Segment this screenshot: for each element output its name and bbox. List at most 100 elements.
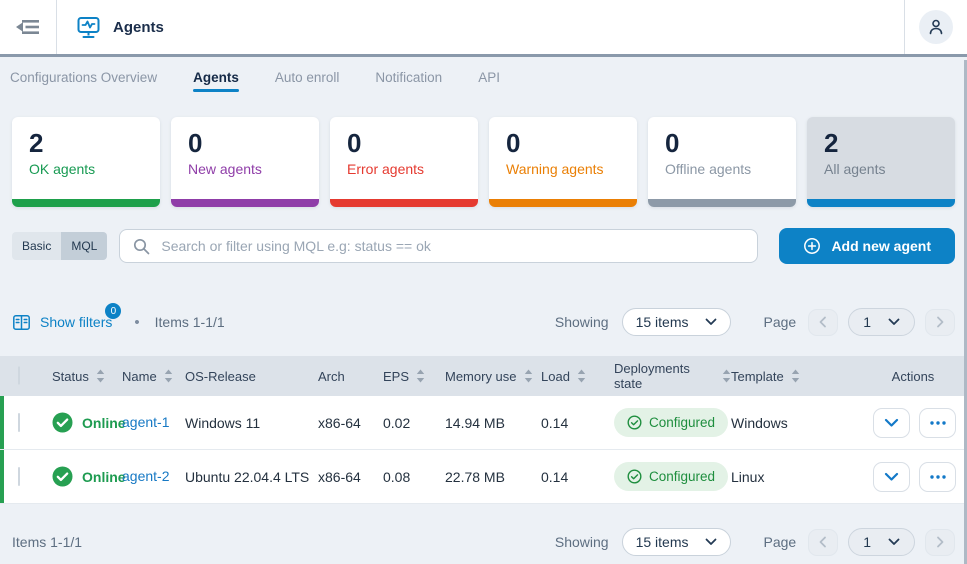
next-page-button[interactable] [925,309,955,336]
card-all-agents[interactable]: 2 All agents [807,117,955,207]
arch-cell: x86-64 [318,415,383,431]
tab-bar: Configurations Overview Agents Auto enro… [0,57,967,97]
deployment-state-badge: Configured [614,408,728,437]
arch-cell: x86-64 [318,469,383,485]
search-box [119,229,758,263]
stat-cards: 2 OK agents 0 New agents 0 Error agents … [12,117,955,207]
column-header-arch[interactable]: Arch [318,369,383,384]
expand-row-button[interactable] [873,408,910,438]
table-row: Online agent-1 Windows 11 x86-64 0.02 14… [0,396,967,450]
card-error-agents[interactable]: 0 Error agents [330,117,478,207]
configured-check-icon [627,415,642,430]
table-footer: Items 1-1/1 Showing 15 items Page 1 [12,528,955,556]
topbar-right [904,0,967,54]
page-size-select[interactable]: 15 items [622,528,731,556]
card-new-agents[interactable]: 0 New agents [171,117,319,207]
next-page-button[interactable] [925,529,955,556]
status-online-icon [52,466,73,487]
page-number-value: 1 [863,534,871,550]
items-count-label: Items 1-1/1 [155,314,225,330]
search-input[interactable] [159,237,744,255]
os-release-cell: Windows 11 [185,415,318,431]
filter-count-badge: 0 [105,303,121,319]
agents-table: Status Name OS-Release Arch EPS Memory u… [0,356,967,504]
sort-icon [577,369,586,383]
page-size-value: 15 items [636,314,689,330]
page-number-select[interactable]: 1 [848,528,915,556]
page-label: Page [764,314,797,330]
status-online-icon [52,412,73,433]
page-title: Agents [113,19,164,36]
load-cell: 0.14 [541,469,614,485]
prev-page-button[interactable] [808,309,838,336]
tab-configurations-overview[interactable]: Configurations Overview [10,57,157,97]
page-label: Page [764,534,797,550]
load-cell: 0.14 [541,415,614,431]
os-release-cell: Ubuntu 22.04.4 LTS [185,469,318,485]
select-all-checkbox[interactable] [18,366,20,385]
sidebar-expand-icon [15,18,41,36]
eps-cell: 0.08 [383,469,445,485]
toolbar: Show filters 0 • Items 1-1/1 Showing 15 … [12,308,955,336]
row-checkbox[interactable] [18,467,20,486]
page-size-select[interactable]: 15 items [622,308,731,336]
sort-icon [164,369,173,383]
all-agents-count: 2 [824,130,938,157]
app-title: Agents [57,0,904,54]
column-header-deployments-state[interactable]: Deployments state [614,361,731,391]
tab-api[interactable]: API [478,57,500,97]
showing-label: Showing [555,534,609,550]
all-agents-bar [807,199,955,207]
agents-monitor-icon [75,14,102,41]
chevron-right-icon [936,316,944,328]
row-menu-button[interactable] [919,462,956,492]
ellipsis-icon [930,421,946,425]
card-warning-agents[interactable]: 0 Warning agents [489,117,637,207]
agent-name-link[interactable]: agent-2 [122,468,169,484]
column-header-os-release[interactable]: OS-Release [185,369,318,384]
warning-agents-count: 0 [506,130,620,157]
column-header-status[interactable]: Status [52,369,122,384]
ok-agents-bar [12,199,160,207]
offline-agents-count: 0 [665,130,779,157]
pagination-controls: Showing 15 items Page 1 [555,308,955,336]
show-filters-button[interactable]: Show filters 0 [12,313,114,332]
column-header-memory-use[interactable]: Memory use [445,369,541,384]
template-cell: Linux [731,469,873,485]
card-ok-agents[interactable]: 2 OK agents [12,117,160,207]
memory-use-cell: 22.78 MB [445,469,541,485]
page-number-select[interactable]: 1 [848,308,915,336]
sort-icon [96,369,105,383]
all-agents-label: All agents [824,161,938,177]
tab-notification[interactable]: Notification [375,57,442,97]
template-cell: Windows [731,415,873,431]
search-row: Basic MQL Add new agent [12,228,955,264]
user-menu-button[interactable] [919,10,953,44]
tab-auto-enroll[interactable]: Auto enroll [275,57,340,97]
search-mode-basic[interactable]: Basic [12,232,61,260]
separator-bullet: • [134,314,139,331]
column-header-load[interactable]: Load [541,369,614,384]
user-icon [927,18,945,36]
column-header-eps[interactable]: EPS [383,369,445,384]
row-menu-button[interactable] [919,408,956,438]
topbar: Agents [0,0,967,57]
add-new-agent-button[interactable]: Add new agent [779,228,955,264]
expand-row-button[interactable] [873,462,910,492]
prev-page-button[interactable] [808,529,838,556]
ellipsis-icon [930,475,946,479]
sidebar-toggle-button[interactable] [0,0,57,54]
table-header: Status Name OS-Release Arch EPS Memory u… [0,356,967,396]
column-header-name[interactable]: Name [122,369,185,384]
status-cell: Online [52,412,122,433]
sort-icon [722,369,731,383]
agent-name-link[interactable]: agent-1 [122,414,169,430]
tab-agents[interactable]: Agents [193,57,239,97]
column-header-template[interactable]: Template [731,369,873,384]
status-badge: Online [82,415,126,431]
card-offline-agents[interactable]: 0 Offline agents [648,117,796,207]
row-checkbox[interactable] [18,413,20,432]
ok-agents-count: 2 [29,130,143,157]
actions-cell [873,408,967,438]
search-mode-mql[interactable]: MQL [61,232,107,260]
